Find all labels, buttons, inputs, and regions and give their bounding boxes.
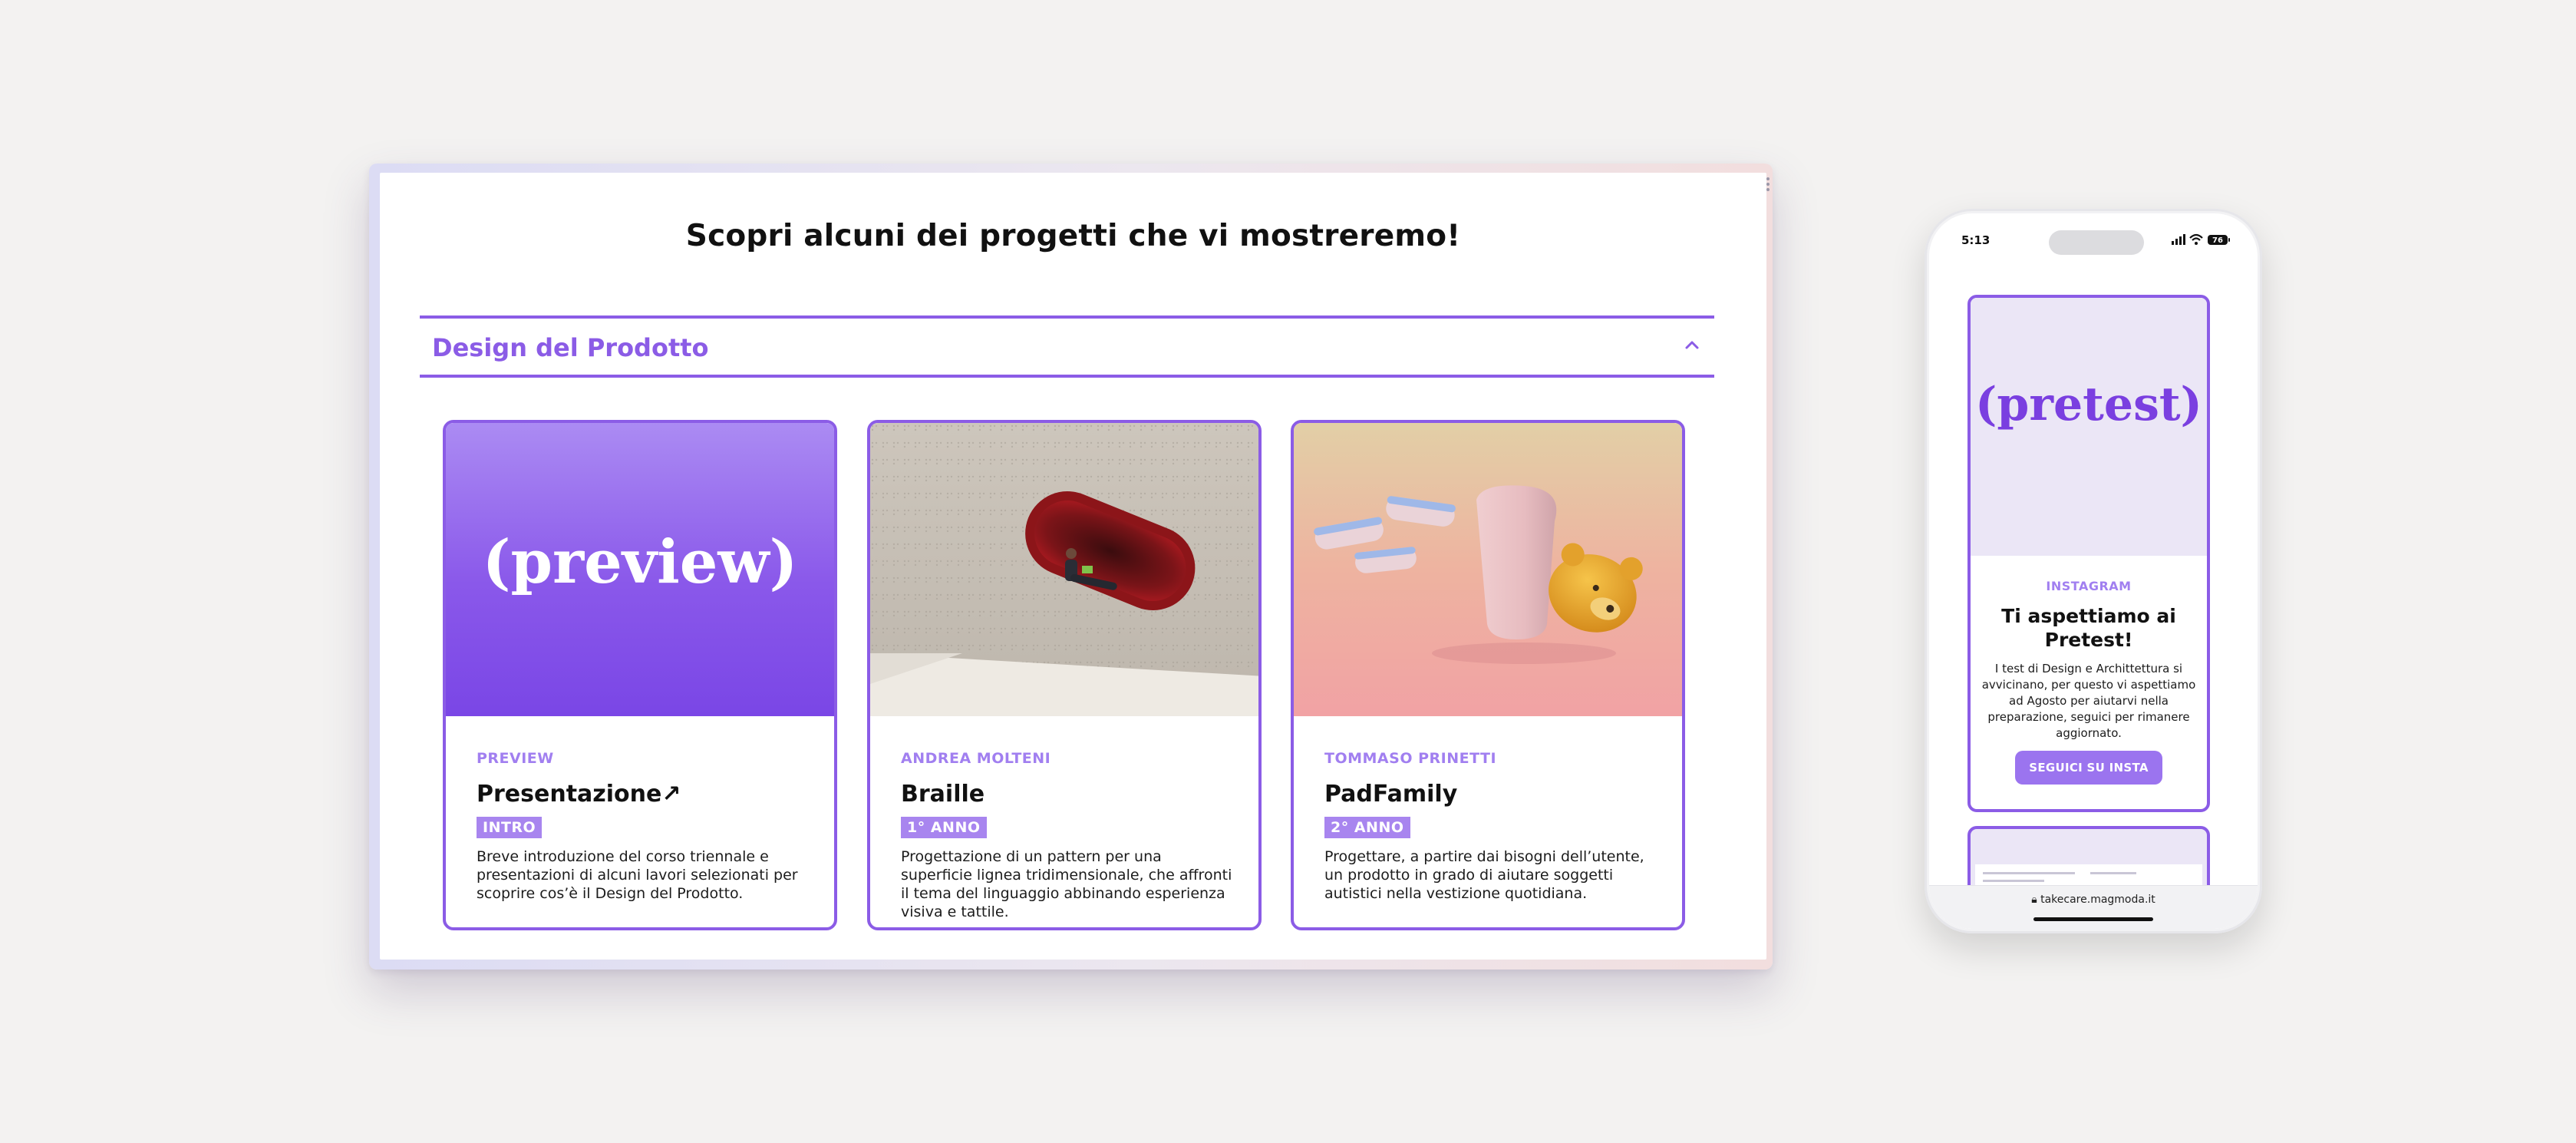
card-description: Progettazione di un pattern per una supe…: [901, 848, 1232, 920]
project-card-padfamily[interactable]: TOMMASO PRINETTI PadFamily 2° ANNO Proge…: [1291, 420, 1685, 930]
status-icons: 76: [2172, 233, 2230, 245]
dynamic-island: [2049, 230, 2144, 255]
card-description: Progettare, a partire dai bisogni dell’u…: [1324, 848, 1644, 902]
pretest-card: (pretest) INSTAGRAM Ti aspettiamo ai Pre…: [1967, 295, 2210, 812]
project-card-braille[interactable]: ANDREA MOLTENI Braille 1° ANNO Progettaz…: [867, 420, 1262, 930]
card-title[interactable]: Braille: [901, 781, 1232, 808]
pretest-wordmark: (pretest): [1975, 378, 2202, 431]
external-link-icon: ↗: [661, 781, 681, 808]
phone-screen: 5:13 76 (pretest) INSTAGRAM Ti aspettiam…: [1929, 213, 2258, 929]
preview-wordmark: (preview): [482, 527, 798, 597]
page-title: Scopri alcuni dei progetti che vi mostre…: [685, 219, 1461, 253]
padfamily-illustration: [1294, 423, 1682, 716]
signal-icon: [2172, 234, 2185, 245]
follow-instagram-button[interactable]: SEGUICI SU INSTA: [2015, 751, 2162, 785]
braille-wall-illustration: [870, 423, 1258, 716]
accordion-product-design[interactable]: Design del Prodotto: [420, 315, 1714, 378]
card-badge: INTRO: [477, 817, 543, 838]
card-kicker: TOMMASO PRINETTI: [1324, 750, 1497, 767]
pretest-image: (pretest): [1971, 298, 2207, 556]
url-text: takecare.magmoda.it: [2040, 894, 2155, 906]
card-image-preview: (preview): [446, 423, 834, 716]
wifi-icon: [2189, 233, 2203, 245]
address-url[interactable]: 🔒︎ takecare.magmoda.it: [1929, 894, 2258, 906]
card-description: I test di Design e Archittettura si avvi…: [1981, 662, 2196, 740]
status-time: 5:13: [1961, 233, 1991, 247]
chevron-up-icon[interactable]: [1682, 335, 1702, 355]
battery-icon: 76: [2208, 235, 2230, 245]
svg-text:76: 76: [2212, 236, 2223, 245]
desktop-page: Scopri alcuni dei progetti che vi mostre…: [380, 173, 1766, 960]
card-kicker: ANDREA MOLTENI: [901, 750, 1051, 767]
home-indicator: [2033, 917, 2153, 921]
window-handle-icon[interactable]: [1766, 177, 1770, 193]
card-title[interactable]: Presentazione↗: [477, 781, 808, 808]
card-badge: 1° ANNO: [901, 817, 987, 838]
accordion-title: Design del Prodotto: [432, 333, 709, 362]
project-card-presentazione[interactable]: (preview) PREVIEW Presentazione↗ INTRO B…: [443, 420, 837, 930]
card-image-braille: [870, 423, 1258, 716]
address-bar[interactable]: 🔒︎ takecare.magmoda.it: [1929, 885, 2258, 929]
lock-icon: 🔒︎: [2031, 894, 2041, 906]
card-image-padfamily: [1294, 423, 1682, 716]
card-description: Breve introduzione del corso triennale e…: [477, 848, 798, 902]
card-title-text: Presentazione: [477, 781, 662, 808]
phone-mockup: 5:13 76 (pretest) INSTAGRAM Ti aspettiam…: [1925, 209, 2262, 933]
card-kicker: INSTAGRAM: [2046, 579, 2132, 593]
card-badge: 2° ANNO: [1324, 817, 1410, 838]
card-title: Ti aspettiamo ai Pretest!: [2001, 605, 2176, 651]
desktop-browser-mockup: Scopri alcuni dei progetti che vi mostre…: [369, 164, 1773, 970]
card-kicker: PREVIEW: [477, 750, 554, 767]
card-title[interactable]: PadFamily: [1324, 781, 1656, 808]
